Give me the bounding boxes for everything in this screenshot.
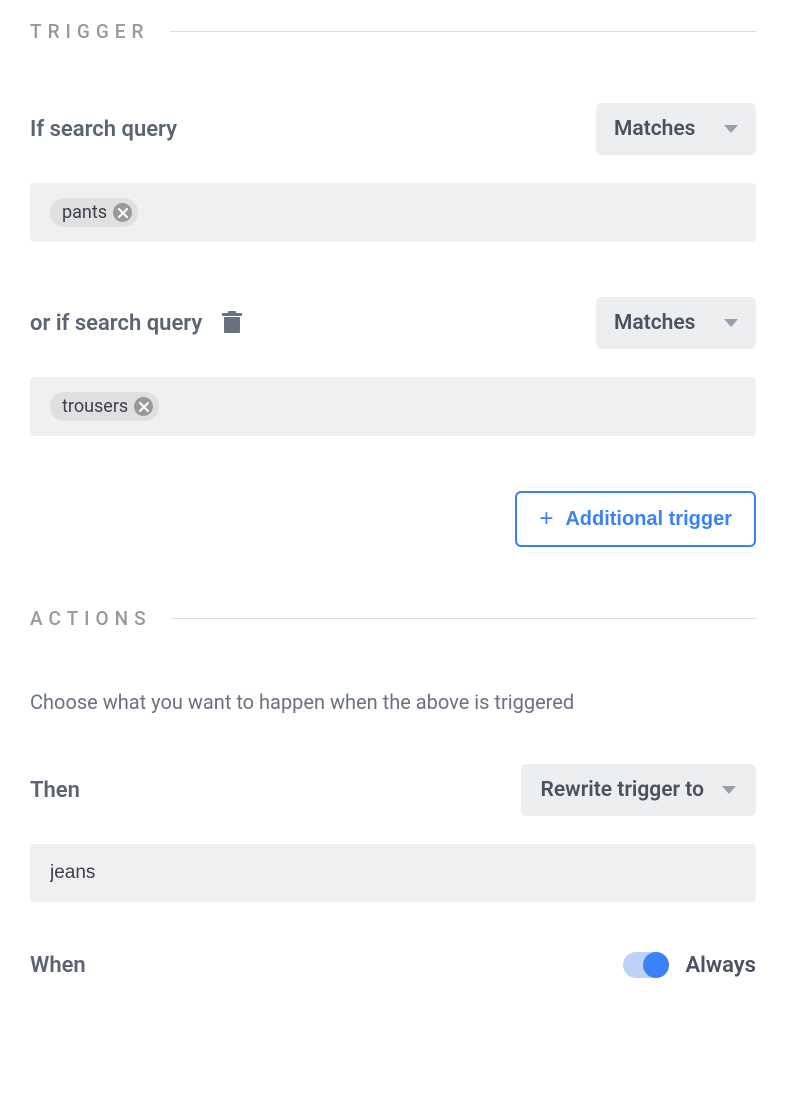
trash-icon <box>222 311 242 335</box>
tag-input-container[interactable]: trousers <box>30 377 756 436</box>
trigger-label-text: If search query <box>30 117 177 142</box>
close-icon <box>139 402 149 412</box>
divider <box>170 31 757 32</box>
trigger-section-title: TRIGGER <box>30 20 150 43</box>
trigger-label: or if search query <box>30 311 242 336</box>
when-toggle-label: Always <box>685 953 756 978</box>
trigger-condition-row: If search query Matches <box>30 103 756 155</box>
trigger-condition-row: or if search query Matches <box>30 297 756 349</box>
chevron-down-icon <box>724 125 738 133</box>
query-tag: trousers <box>50 392 159 421</box>
trigger-section-header: TRIGGER <box>30 20 756 43</box>
then-row: Then Rewrite trigger to <box>30 764 756 816</box>
toggle-knob <box>643 952 669 978</box>
when-row: When Always <box>30 952 756 978</box>
match-type-select[interactable]: Matches <box>596 297 756 349</box>
chevron-down-icon <box>722 786 736 794</box>
add-trigger-label: Additional trigger <box>565 508 732 531</box>
match-type-value: Matches <box>614 117 695 141</box>
actions-section-header: ACTIONS <box>30 607 756 630</box>
add-trigger-button[interactable]: + Additional trigger <box>515 491 756 547</box>
when-toggle[interactable] <box>623 952 669 978</box>
then-action-value: Rewrite trigger to <box>541 778 704 802</box>
trigger-label: If search query <box>30 117 177 142</box>
actions-description: Choose what you want to happen when the … <box>30 690 756 714</box>
tag-text: trousers <box>62 396 128 417</box>
then-action-select[interactable]: Rewrite trigger to <box>521 764 756 816</box>
add-trigger-row: + Additional trigger <box>30 491 756 547</box>
tag-text: pants <box>62 202 107 223</box>
when-control: Always <box>623 952 756 978</box>
rewrite-value-input[interactable] <box>30 844 756 902</box>
plus-icon: + <box>539 507 553 531</box>
then-label: Then <box>30 778 80 803</box>
divider <box>172 618 756 619</box>
chevron-down-icon <box>724 319 738 327</box>
match-type-value: Matches <box>614 311 695 335</box>
match-type-select[interactable]: Matches <box>596 103 756 155</box>
remove-tag-button[interactable] <box>134 397 153 416</box>
remove-tag-button[interactable] <box>113 203 132 222</box>
trigger-label-text: or if search query <box>30 311 202 336</box>
delete-trigger-button[interactable] <box>222 311 242 335</box>
query-tag: pants <box>50 198 138 227</box>
when-label: When <box>30 953 86 978</box>
tag-input-container[interactable]: pants <box>30 183 756 242</box>
close-icon <box>118 208 128 218</box>
actions-section-title: ACTIONS <box>30 607 152 630</box>
